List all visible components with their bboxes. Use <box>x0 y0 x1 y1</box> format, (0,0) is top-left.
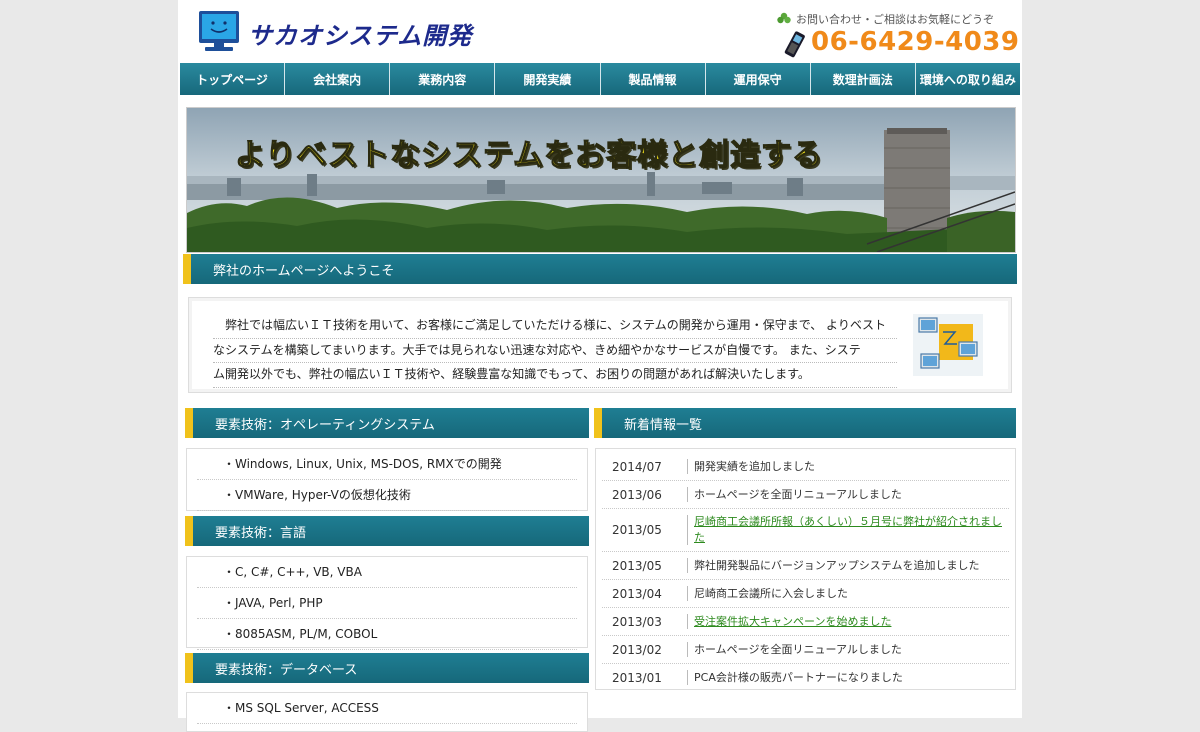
welcome-heading: 弊社のホームページへようこそ <box>213 263 395 279</box>
news-text: ホームページを全面リニューアルしました <box>694 487 902 501</box>
os-list: ・Windows, Linux, Unix, MS-DOS, RMXでの開発 ・… <box>186 448 588 511</box>
os-heading-bar: 要素技術：オペレーティングシステム <box>185 408 589 438</box>
phone-number[interactable]: 06-6429-4039 <box>811 27 1020 57</box>
news-list: 2014/07 開発実績を追加しました 2013/06 ホームページを全面リニュ… <box>595 448 1016 690</box>
news-row: 2013/03 受注案件拡大キャンペーンを始めました <box>602 608 1009 636</box>
clover-icon <box>777 12 791 24</box>
lang-list: ・C, C#, C++, VB, VBA ・JAVA, Perl, PHP ・8… <box>186 556 588 650</box>
welcome-heading-bar: 弊社のホームページへようこそ <box>183 254 1017 284</box>
news-text: PCA会計様の販売パートナーになりました <box>694 670 903 684</box>
news-row: 2013/01 PCA会計様の販売パートナーになりました <box>602 664 1009 691</box>
contact-note-text: お問い合わせ・ご相談はお気軽にどうぞ <box>796 13 994 26</box>
computer-logo-icon <box>199 11 239 51</box>
news-date: 2013/05 <box>602 515 688 545</box>
db-list: ・MS SQL Server, ACCESS <box>186 692 588 732</box>
db-heading: 要素技術：データベース <box>215 662 358 678</box>
contact-note: お問い合わせ・ご相談はお気軽にどうぞ <box>776 11 994 27</box>
welcome-line: 弊社では幅広いＩＴ技術を用いて、お客様にご満足していただける様に、システムの開発… <box>213 314 897 339</box>
list-item: ・8085ASM, PL/M, COBOL <box>197 619 577 650</box>
welcome-box: 弊社では幅広いＩＴ技術を用いて、お客様にご満足していただける様に、システムの開発… <box>188 297 1012 393</box>
news-text: 開発実績を追加しました <box>694 459 815 473</box>
news-heading-bar: 新着情報一覧 <box>594 408 1016 438</box>
welcome-text: 弊社では幅広いＩＴ技術を用いて、お客様にご満足していただける様に、システムの開発… <box>213 314 897 388</box>
news-text: ホームページを全面リニューアルしました <box>694 642 902 656</box>
nav-item-maintenance[interactable]: 運用保守 <box>705 63 811 95</box>
mobile-phone-icon <box>784 31 805 58</box>
news-text: 弊社開発製品にバージョンアップシステムを追加しました <box>694 558 980 572</box>
news-row: 2014/07 開発実績を追加しました <box>602 453 1009 481</box>
main-nav: トップページ 会社案内 業務内容 開発実績 製品情報 運用保守 数理計画法 環境… <box>180 63 1020 95</box>
news-date: 2013/06 <box>602 487 688 502</box>
list-item: ・JAVA, Perl, PHP <box>197 588 577 619</box>
nav-item-top[interactable]: トップページ <box>180 63 286 95</box>
nav-item-company[interactable]: 会社案内 <box>285 63 391 95</box>
os-heading: 要素技術：オペレーティングシステム <box>215 417 435 433</box>
nav-item-services[interactable]: 業務内容 <box>390 63 496 95</box>
news-date: 2013/02 <box>602 642 688 657</box>
news-date: 2014/07 <box>602 459 688 474</box>
welcome-line: ム開発以外でも、弊社の幅広いＩＴ技術や、経験豊富な知識でもって、お困りの問題があ… <box>213 363 897 388</box>
hero-headline: よりベストなシステムをお客様と創造する <box>234 137 824 173</box>
news-row: 2013/05 尼崎商工会議所所報（あくしい）５月号に弊社が紹介されました <box>602 509 1009 552</box>
db-heading-bar: 要素技術：データベース <box>185 653 589 683</box>
hero-banner: よりベストなシステムをお客様と創造する <box>186 107 1016 253</box>
news-date: 2013/03 <box>602 614 688 629</box>
site-title[interactable]: サカオシステム開発 <box>248 16 472 51</box>
list-item: ・Windows, Linux, Unix, MS-DOS, RMXでの開発 <box>197 449 577 480</box>
nav-item-environment[interactable]: 環境への取り組み <box>915 63 1020 95</box>
news-text: 尼崎商工会議所に入会しました <box>694 586 848 600</box>
news-row: 2013/06 ホームページを全面リニューアルしました <box>602 481 1009 509</box>
list-item: ・MS SQL Server, ACCESS <box>197 693 577 724</box>
lang-heading: 要素技術：言語 <box>215 525 307 541</box>
news-link[interactable]: 受注案件拡大キャンペーンを始めました <box>688 608 1009 635</box>
lang-heading-bar: 要素技術：言語 <box>185 516 589 546</box>
news-date: 2013/05 <box>602 558 688 573</box>
nav-item-results[interactable]: 開発実績 <box>495 63 601 95</box>
news-row: 2013/02 ホームページを全面リニューアルしました <box>602 636 1009 664</box>
news-heading: 新着情報一覧 <box>624 417 703 433</box>
news-row: 2013/04 尼崎商工会議所に入会しました <box>602 580 1009 608</box>
news-date: 2013/01 <box>602 670 688 685</box>
welcome-line: なシステムを構築してまいります。大手では見られない迅速な対応や、きめ細やかなサー… <box>213 339 897 363</box>
page: サカオシステム開発 お問い合わせ・ご相談はお気軽にどうぞ 06-6429-403… <box>178 0 1022 732</box>
list-item: ・VMWare, Hyper-Vの仮想化技術 <box>197 480 577 511</box>
news-row: 2013/05 弊社開発製品にバージョンアップシステムを追加しました <box>602 552 1009 580</box>
network-computers-icon <box>913 314 983 376</box>
nav-item-math-programming[interactable]: 数理計画法 <box>810 63 916 95</box>
news-link[interactable]: 尼崎商工会議所所報（あくしい）５月号に弊社が紹介されました <box>688 509 1009 551</box>
nav-item-products[interactable]: 製品情報 <box>600 63 706 95</box>
news-date: 2013/04 <box>602 586 688 601</box>
list-item: ・C, C#, C++, VB, VBA <box>197 557 577 588</box>
